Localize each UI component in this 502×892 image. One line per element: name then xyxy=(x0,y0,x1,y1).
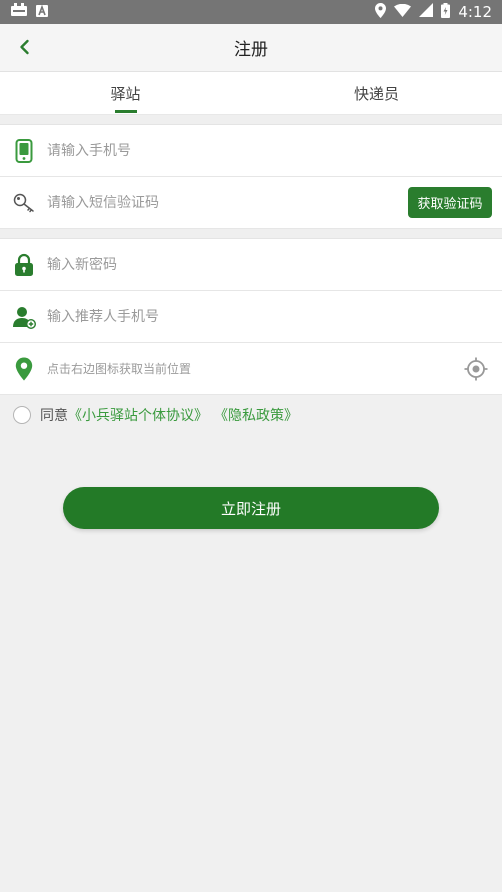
account-info-group xyxy=(0,239,502,395)
referrer-row xyxy=(0,291,502,343)
locate-button[interactable] xyxy=(464,357,488,381)
location-input[interactable] xyxy=(47,361,502,376)
location-status-icon xyxy=(375,2,387,22)
agree-prefix: 同意 xyxy=(40,408,68,424)
back-button[interactable] xyxy=(14,36,36,58)
new-password-input[interactable] xyxy=(47,256,502,273)
phone-verification-group: 获取验证码 xyxy=(0,125,502,229)
section-gap xyxy=(0,115,502,125)
get-code-button[interactable]: 获取验证码 xyxy=(408,187,492,218)
notification-app-icon xyxy=(10,3,28,21)
battery-icon xyxy=(441,2,451,22)
tab-courier[interactable]: 快递员 xyxy=(251,72,502,114)
agreement-row: 同意 《小兵驿站个体协议》 《隐私政策》 xyxy=(0,395,502,435)
tab-bar: 驿站 快递员 xyxy=(0,72,502,115)
key-icon xyxy=(12,191,36,215)
password-row xyxy=(0,239,502,291)
app-bar: 注册 xyxy=(0,24,502,72)
chevron-left-icon xyxy=(20,39,29,55)
privacy-link[interactable]: 《隐私政策》 xyxy=(214,405,298,425)
user-add-icon xyxy=(12,305,36,329)
section-gap xyxy=(0,229,502,239)
page-title: 注册 xyxy=(234,40,268,60)
lock-icon xyxy=(12,253,36,277)
register-button[interactable]: 立即注册 xyxy=(63,487,439,529)
map-pin-icon xyxy=(12,357,36,381)
status-time: 4:12 xyxy=(458,3,492,21)
protocol-link[interactable]: 《小兵驿站个体协议》 xyxy=(68,405,208,425)
notification-a-icon xyxy=(36,3,48,21)
location-row xyxy=(0,343,502,395)
wifi-icon xyxy=(394,3,412,21)
phone-icon xyxy=(12,138,36,163)
sms-code-row: 获取验证码 xyxy=(0,177,502,229)
status-bar: 4:12 xyxy=(0,0,502,24)
phone-input[interactable] xyxy=(47,142,502,159)
phone-row xyxy=(0,125,502,177)
referrer-phone-input[interactable] xyxy=(47,308,502,325)
crosshair-icon xyxy=(464,357,488,381)
signal-icon xyxy=(419,3,434,21)
tab-station[interactable]: 驿站 xyxy=(0,72,251,114)
agree-radio[interactable] xyxy=(13,406,31,424)
